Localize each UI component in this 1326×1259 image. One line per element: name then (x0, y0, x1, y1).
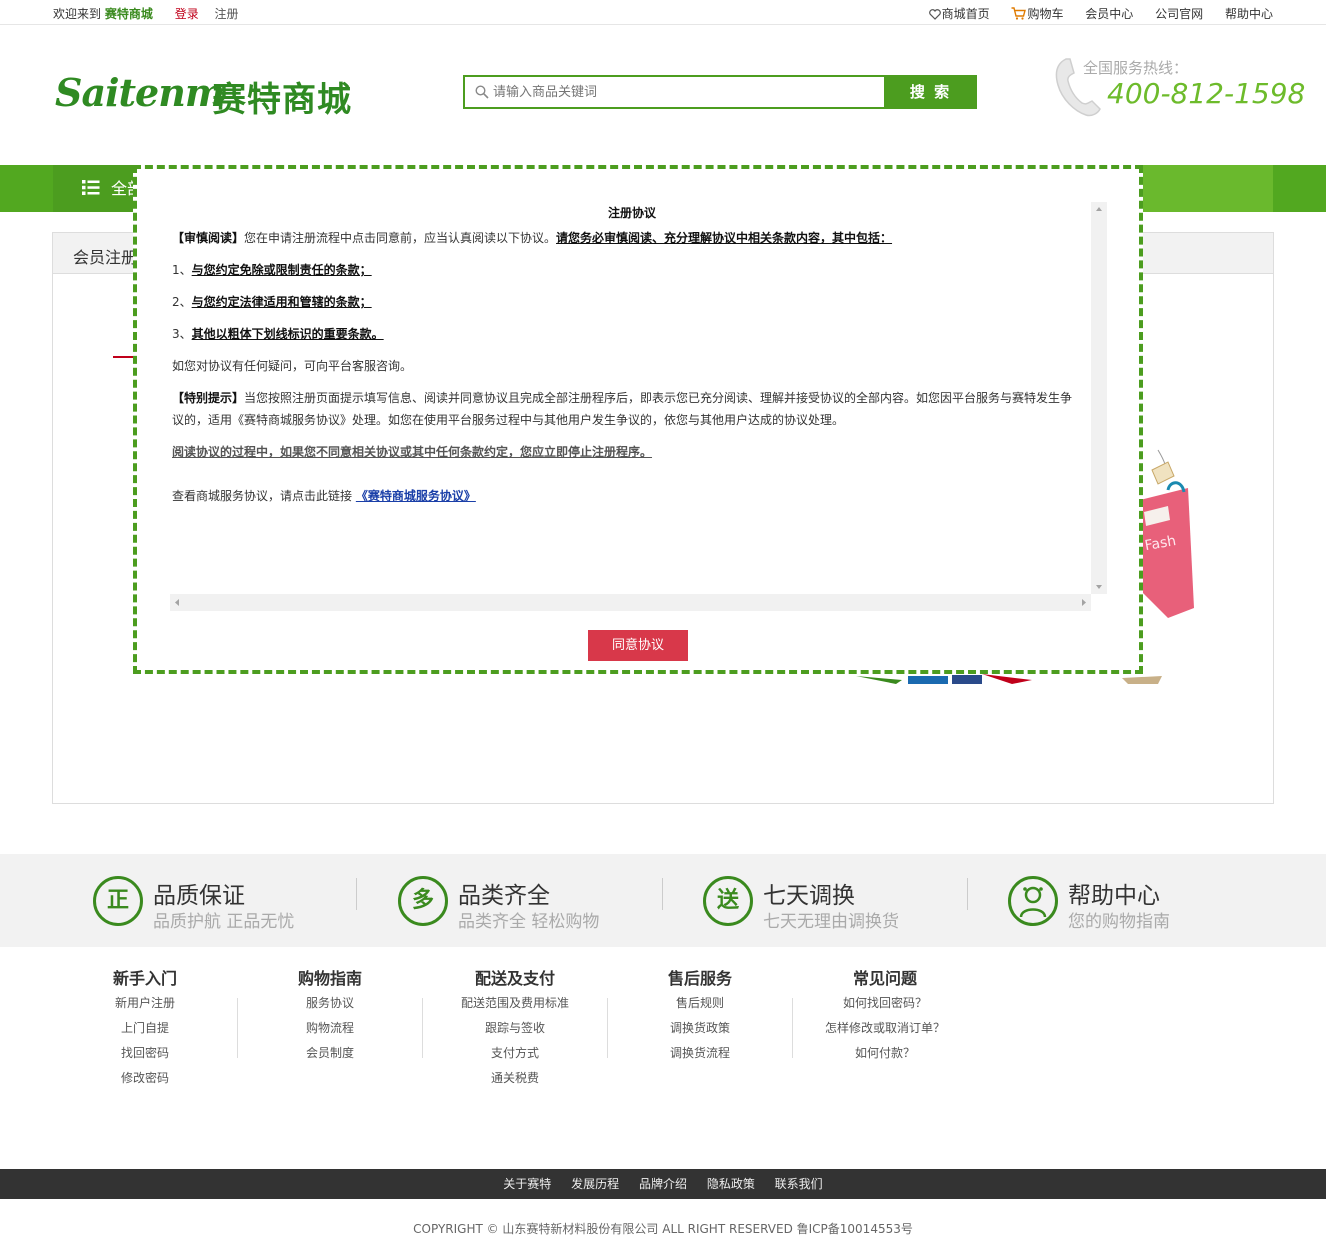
footer-col-aftersales: 售后服务 售后规则 调换货政策 调换货流程 (630, 967, 770, 1066)
footer-col-beginner: 新手入门 新用户注册 上门自提 找回密码 修改密码 (75, 967, 215, 1091)
feature-separator (967, 878, 968, 910)
top-bar: 欢迎来到 赛特商城 登录 注册 商城首页 购物车 会员中心 公司官网 帮助中心 (0, 0, 1326, 25)
brand-name: 赛特商城 (104, 7, 153, 21)
search-box: 搜 索 (463, 75, 977, 109)
scroll-right-icon[interactable] (1077, 594, 1091, 611)
agreement-content[interactable]: 【审慎阅读】您在申请注册流程中点击同意前，应当认真阅读以下协议。请您务必审慎阅读… (172, 197, 1095, 595)
home-link[interactable]: 商城首页 (928, 7, 990, 21)
brand-intro-link[interactable]: 品牌介绍 (639, 1177, 687, 1191)
cart-icon (1011, 7, 1027, 20)
footer-link[interactable]: 支付方式 (445, 1041, 585, 1066)
hotline-label: 全国服务热线： (1083, 59, 1189, 77)
login-link[interactable]: 登录 (175, 7, 199, 21)
bottom-links-bar: 关于赛特 发展历程 品牌介绍 隐私政策 联系我们 (0, 1169, 1326, 1199)
variety-icon: 多 (398, 876, 448, 926)
footer-link[interactable]: 调换货政策 (630, 1016, 770, 1041)
cart-link[interactable]: 购物车 (1011, 7, 1063, 21)
help-center-link[interactable]: 帮助中心 (1225, 7, 1273, 21)
features-bar: 正 品质保证 品质护航 正品无忧 多 品类齐全 品类齐全 轻松购物 送 七天调换… (0, 854, 1326, 947)
agreement-para-5: 查看商城服务协议，请点击此链接 《赛特商城服务协议》 (172, 489, 476, 503)
company-site-link[interactable]: 公司官网 (1155, 7, 1203, 21)
all-categories-button[interactable]: 全部 (53, 165, 143, 212)
hotline-number: 400-812-1598 (1107, 77, 1306, 110)
about-link[interactable]: 关于赛特 (503, 1177, 551, 1191)
service-agent-icon (1008, 876, 1058, 926)
service-agreement-link[interactable]: 《赛特商城服务协议》 (356, 489, 476, 503)
footer-link[interactable]: 购物流程 (260, 1016, 400, 1041)
site-logo[interactable]: Saitenm 赛特商城 (55, 68, 365, 120)
agreement-modal: 注册协议 【审慎阅读】您在申请注册流程中点击同意前，应当认真阅读以下协议。请您务… (133, 165, 1143, 674)
feature-help: 帮助中心 您的购物指南 (1008, 876, 1288, 932)
welcome-area: 欢迎来到 赛特商城 登录 注册 (53, 5, 239, 22)
footer-link[interactable]: 如何找回密码？ (815, 991, 955, 1016)
scroll-up-icon[interactable] (1091, 202, 1107, 216)
agreement-item-1: 1、与您约定免除或限制责任的条款； (172, 263, 372, 277)
footer-link[interactable]: 怎样修改或取消订单？ (815, 1016, 955, 1041)
footer-link[interactable]: 修改密码 (75, 1066, 215, 1091)
quality-icon: 正 (93, 876, 143, 926)
footer-link[interactable]: 调换货流程 (630, 1041, 770, 1066)
search-button[interactable]: 搜 索 (884, 75, 977, 109)
footer-link[interactable]: 跟踪与签收 (445, 1016, 585, 1041)
footer-link[interactable]: 如何付款？ (815, 1041, 955, 1066)
footer-link[interactable]: 售后规则 (630, 991, 770, 1016)
register-link[interactable]: 注册 (215, 7, 239, 21)
footer-link[interactable]: 会员制度 (260, 1041, 400, 1066)
search-icon (475, 85, 489, 99)
agreement-para-1: 【审慎阅读】您在申请注册流程中点击同意前，应当认真阅读以下协议。请您务必审慎阅读… (172, 227, 1084, 249)
contact-link[interactable]: 联系我们 (775, 1177, 823, 1191)
privacy-link[interactable]: 隐私政策 (707, 1177, 755, 1191)
scroll-down-icon[interactable] (1091, 580, 1107, 594)
list-icon (82, 180, 100, 195)
feature-separator (356, 878, 357, 910)
agreement-para-3: 【特别提示】当您按照注册页面提示填写信息、阅读并同意协议且完成全部注册程序后，即… (172, 387, 1084, 431)
logo-cn: 赛特商城 (212, 80, 352, 120)
agree-button[interactable]: 同意协议 (588, 630, 688, 661)
delivery-icon: 送 (703, 876, 753, 926)
footer-col-delivery: 配送及支付 配送范围及费用标准 跟踪与签收 支付方式 通关税费 (445, 967, 585, 1091)
feature-quality: 正 品质保证 品质护航 正品无忧 (93, 876, 373, 932)
footer-divider (422, 998, 423, 1058)
footer-col-faq: 常见问题 如何找回密码？ 怎样修改或取消订单？ 如何付款？ (815, 967, 955, 1066)
agreement-bold-1: 请您务必审慎阅读、充分理解协议中相关条款内容，其中包括： (556, 231, 893, 245)
welcome-text: 欢迎来到 (53, 7, 102, 21)
top-links: 商城首页 购物车 会员中心 公司官网 帮助中心 (911, 5, 1273, 22)
footer-link[interactable]: 新用户注册 (75, 991, 215, 1016)
footer-link[interactable]: 找回密码 (75, 1041, 215, 1066)
panel-title: 会员注册 (73, 248, 138, 267)
agreement-tag-3: 【特别提示】 (172, 391, 245, 405)
agreement-tag-1: 【审慎阅读】 (172, 231, 245, 245)
footer-link[interactable]: 通关税费 (445, 1066, 585, 1091)
footer-link[interactable]: 服务协议 (260, 991, 400, 1016)
agreement-item-2: 2、与您约定法律适用和管辖的条款； (172, 295, 372, 309)
footer-link[interactable]: 上门自提 (75, 1016, 215, 1041)
search-input[interactable] (493, 81, 873, 103)
agreement-item-3: 3、其他以粗体下划线标识的重要条款。 (172, 327, 384, 341)
vertical-scrollbar[interactable] (1091, 202, 1107, 594)
copyright-text: COPYRIGHT © 山东赛特新材料股份有限公司 ALL RIGHT RESE… (413, 1222, 913, 1236)
shopping-bag-illustration: Fash (1140, 449, 1194, 618)
heart-icon (928, 9, 941, 20)
agreement-para-4: 阅读协议的过程中，如果您不同意相关协议或其中任何条款约定，您应立即停止注册程序。 (172, 445, 653, 459)
feature-exchange: 送 七天调换 七天无理由调换货 (703, 876, 983, 932)
footer-divider (607, 998, 608, 1058)
feature-separator (662, 878, 663, 910)
footer-divider (792, 998, 793, 1058)
member-center-link[interactable]: 会员中心 (1085, 7, 1133, 21)
logo-script: Saitenm (55, 70, 225, 115)
agreement-para-2: 如您对协议有任何疑问，可向平台客服咨询。 (172, 359, 413, 373)
feature-variety: 多 品类齐全 品类齐全 轻松购物 (398, 876, 678, 932)
hotline: 全国服务热线： 400-812-1598 (1052, 55, 1305, 117)
footer-divider (237, 998, 238, 1058)
footer-col-guide: 购物指南 服务协议 购物流程 会员制度 (260, 967, 400, 1066)
agreement-text-3: 当您按照注册页面提示填写信息、阅读并同意协议且完成全部注册程序后，即表示您已充分… (172, 391, 1073, 427)
agreement-text-1: 您在申请注册流程中点击同意前，应当认真阅读以下协议。 (244, 231, 557, 245)
footer-link[interactable]: 配送范围及费用标准 (445, 991, 585, 1016)
scroll-left-icon[interactable] (170, 594, 184, 611)
horizontal-scrollbar[interactable] (170, 594, 1091, 611)
history-link[interactable]: 发展历程 (571, 1177, 619, 1191)
